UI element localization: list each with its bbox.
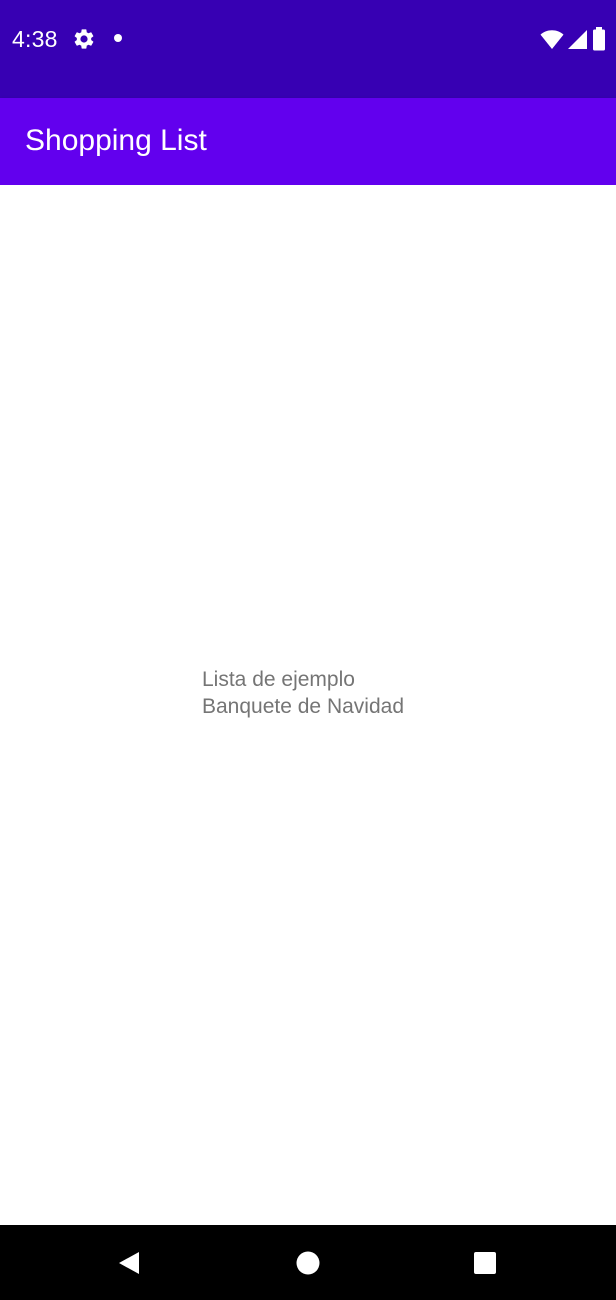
- cell-signal-icon: [568, 30, 587, 49]
- notification-dot-icon: [114, 34, 122, 42]
- list-item-subtitle: Banquete de Navidad: [202, 695, 404, 718]
- battery-icon: [593, 27, 605, 51]
- list-container: Lista de ejemplo Banquete de Navidad: [0, 185, 616, 1225]
- home-icon: [296, 1251, 320, 1275]
- screen: 4:38 Shopping List Lista de ejemplo Banq…: [0, 0, 616, 1300]
- list-item-title: Lista de ejemplo: [202, 668, 355, 691]
- recents-icon: [474, 1252, 496, 1274]
- wifi-icon: [540, 30, 564, 49]
- back-button[interactable]: [115, 1249, 143, 1277]
- page-title: Shopping List: [25, 124, 207, 157]
- status-bar: 4:38: [0, 0, 616, 98]
- gear-icon: [74, 29, 94, 49]
- back-icon: [119, 1252, 139, 1274]
- status-time: 4:38: [12, 26, 58, 52]
- list-item[interactable]: Lista de ejemplo Banquete de Navidad: [202, 666, 404, 720]
- status-icons: [540, 26, 606, 52]
- recents-button[interactable]: [471, 1249, 499, 1277]
- app-bar: Shopping List: [0, 98, 616, 185]
- home-button[interactable]: [294, 1249, 322, 1277]
- navigation-bar: [0, 1225, 616, 1300]
